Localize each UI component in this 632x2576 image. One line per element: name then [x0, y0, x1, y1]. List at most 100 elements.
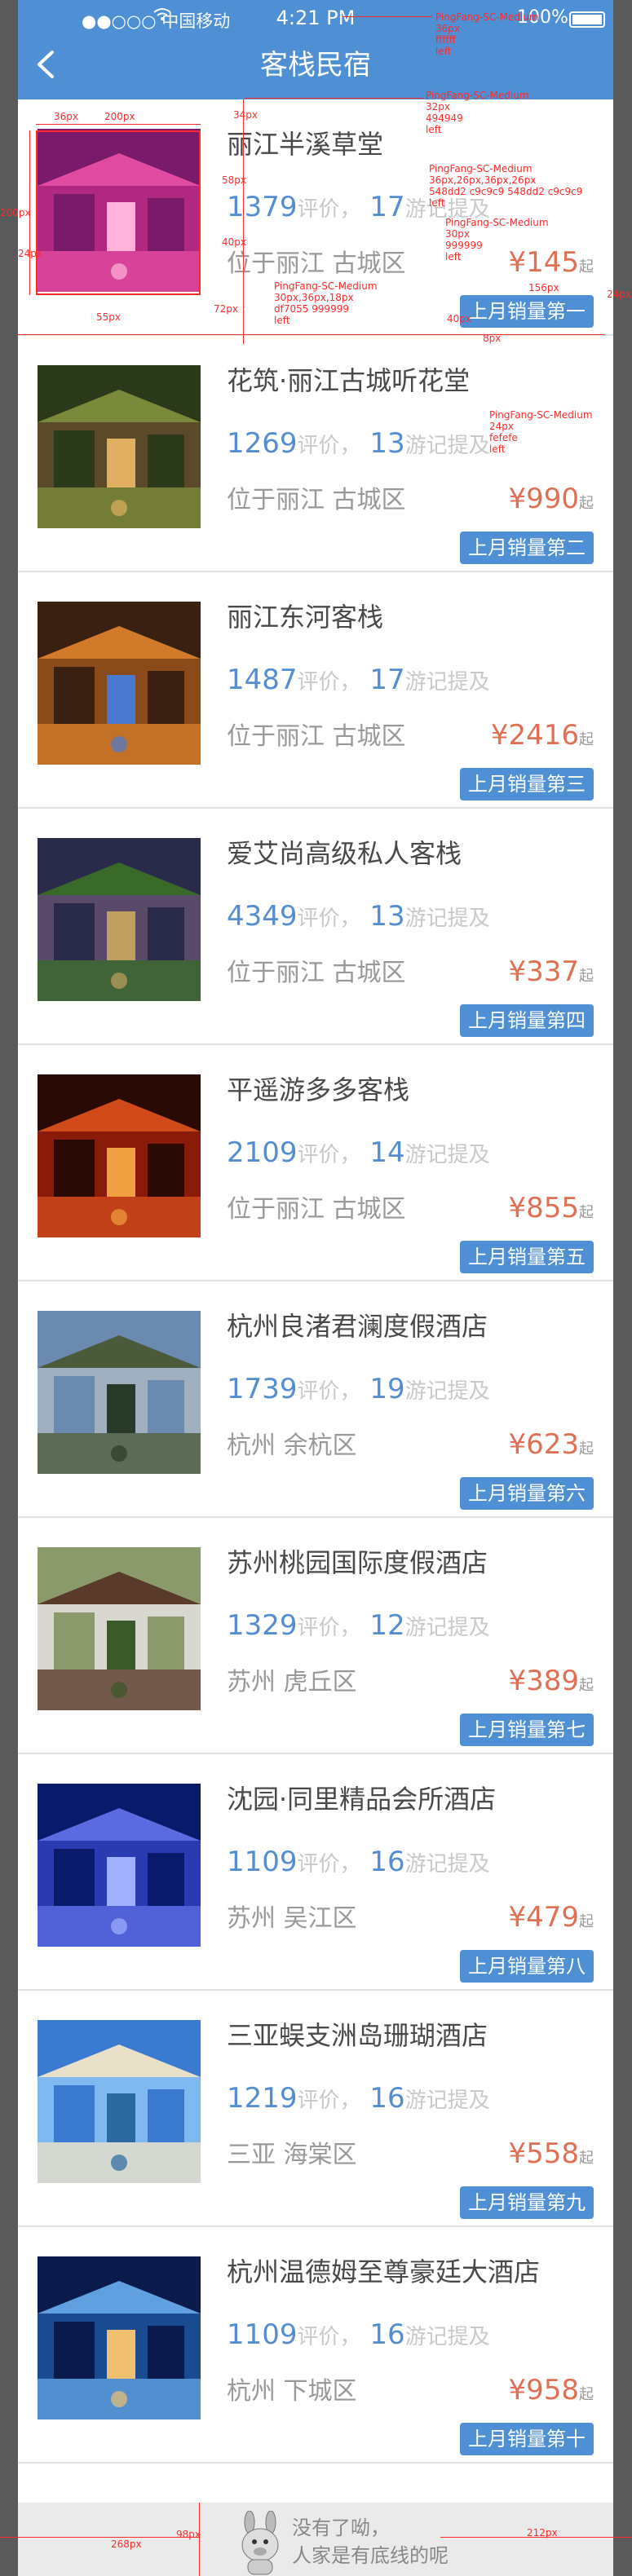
hotel-list-item[interactable]: 三亚蜈支洲岛珊瑚酒店 1219评价， 16游记提及三亚 海棠区 ¥558起上月销量第… [18, 1991, 613, 2227]
note-count: 12 [369, 1609, 405, 1642]
note-count: 17 [369, 191, 405, 223]
hotel-price: ¥958起 [508, 2374, 594, 2406]
price-value: ¥623 [508, 1428, 579, 1461]
review-label: 评价， [297, 1143, 361, 1167]
price-suffix: 起 [579, 1204, 594, 1221]
list-end-footer: 没有了呦， 人家是有底线的呢 [18, 2503, 613, 2576]
price-value: ¥2416 [490, 719, 579, 752]
price-value: ¥855 [508, 1192, 579, 1224]
price-value: ¥337 [508, 955, 579, 988]
hotel-location: 苏州 虎丘区 [227, 1668, 357, 1696]
hotel-stats: 2109评价， 14游记提及 [227, 1136, 490, 1169]
note-count: 13 [369, 900, 405, 933]
sales-rank-badge[interactable]: 上月销量第六 [460, 1477, 594, 1510]
hotel-price: ¥623起 [508, 1428, 594, 1461]
review-label: 评价， [297, 670, 361, 695]
hotel-location: 位于丽江 古城区 [227, 1195, 406, 1224]
footer-line-1: 没有了呦， [292, 2516, 390, 2539]
review-label: 评价， [297, 1616, 361, 1640]
hotel-list-item[interactable]: 苏州桃园国际度假酒店 1329评价， 12游记提及 苏州 虎丘区 ¥389起 上月销量第… [18, 1518, 613, 1754]
review-label: 评价， [297, 2325, 361, 2349]
hotel-photo [38, 838, 201, 1001]
dim-98: 98px [176, 2529, 201, 2540]
image-selection-box [36, 130, 201, 295]
price-suffix: 起 [579, 1677, 594, 1694]
hotel-location: 杭州 下城区 [227, 2377, 357, 2406]
sales-rank-badge[interactable]: 上月销量第九 [460, 2186, 594, 2219]
hotel-name: 三亚蜈支洲岛珊瑚酒店 [227, 2020, 488, 2051]
dim-34: 34px [233, 109, 258, 121]
hotel-list-item[interactable]: 爱艾尚高级私人客栈 4349评价， 13游记提及 位于丽江 古城区 ¥337起 上月销量… [18, 809, 613, 1045]
review-label: 评价， [297, 2089, 361, 2113]
sales-rank-badge[interactable]: 上月销量第三 [460, 768, 594, 801]
note-label: 游记提及 [404, 2089, 490, 2113]
review-count: 1109 [227, 2318, 298, 2351]
price-suffix: 起 [579, 258, 594, 276]
hotel-location: 三亚 海棠区 [227, 2141, 357, 2169]
sales-rank-badge[interactable]: 上月销量第二 [460, 532, 594, 564]
hotel-list-item[interactable]: 杭州良渚君澜度假酒店 1739评价， 19游记提及 杭州 余杭区 ¥623起 上月销量第… [18, 1281, 613, 1518]
hotel-name: 丽江东河客栈 [227, 602, 384, 633]
dim-156: 156px [528, 282, 559, 293]
note-count: 17 [369, 664, 405, 696]
hotel-stats: 1269评价， 13游记提及 [227, 427, 490, 460]
hotel-photo [38, 602, 201, 765]
note-count: 13 [369, 427, 405, 460]
hotel-list-item[interactable]: 杭州温德姆至尊豪廷大酒店 1109评价， 16游记提及杭州 下城区 ¥958起上月销… [18, 2227, 613, 2464]
hotel-price: ¥855起 [508, 1192, 594, 1224]
note-label: 游记提及 [404, 1379, 490, 1404]
review-count: 4349 [227, 900, 298, 933]
review-label: 评价， [297, 197, 361, 222]
price-suffix: 起 [579, 495, 594, 512]
review-count: 1739 [227, 1373, 298, 1405]
note-label: 游记提及 [404, 434, 490, 458]
ann-stats: PingFang-SC-Medium 36px,26px,36px,26px 54… [429, 163, 583, 209]
hotel-price: ¥389起 [508, 1665, 594, 1697]
review-count: 1379 [227, 191, 298, 223]
note-label: 游记提及 [404, 670, 490, 695]
review-label: 评价， [297, 434, 361, 458]
hotel-location: 位于丽江 古城区 [227, 249, 406, 278]
dim-40b: 40px [447, 313, 471, 324]
note-count: 19 [369, 1373, 405, 1405]
hotel-name: 沈园·同里精品会所酒店 [227, 1784, 497, 1815]
hotel-price: ¥558起 [508, 2137, 594, 2170]
hotel-photo [38, 1547, 201, 1710]
hotel-list-item[interactable]: 平遥游多多客栈 2109评价， 14游记提及位于丽江 古城区 ¥855起上月销量第五 [18, 1045, 613, 1281]
hotel-name: 爱艾尚高级私人客栈 [227, 838, 462, 869]
hotel-stats: 1109评价， 16游记提及 [227, 2318, 490, 2351]
hotel-price: ¥990起 [508, 483, 594, 515]
sales-rank-badge[interactable]: 上月销量第七 [460, 1714, 594, 1746]
dim-200: 200px [104, 111, 135, 122]
sales-rank-badge[interactable]: 上月销量第八 [460, 1950, 594, 1983]
sales-rank-badge[interactable]: 上月销量第一 [460, 295, 594, 328]
note-count: 16 [369, 1846, 405, 1878]
note-label: 游记提及 [404, 906, 490, 931]
hotel-photo [38, 1074, 201, 1237]
price-suffix: 起 [579, 731, 594, 748]
hotel-list-item[interactable]: 丽江东河客栈 1487评价， 17游记提及 位于丽江 古城区 ¥2416起 上月销量第三 [18, 572, 613, 809]
ann-status: PingFang-SC-Medium 36px ffffff left [435, 11, 539, 57]
sales-rank-badge[interactable]: 上月销量第五 [460, 1241, 594, 1273]
hotel-list-item[interactable]: 沈园·同里精品会所酒店 1109评价， 16游记提及 苏州 吴江区 ¥479起 上月销量… [18, 1754, 613, 1991]
note-count: 16 [369, 2082, 405, 2115]
dim-24b: 24px [607, 289, 631, 300]
note-label: 游记提及 [404, 2325, 490, 2349]
hotel-name: 平遥游多多客栈 [227, 1074, 410, 1105]
price-suffix: 起 [579, 1440, 594, 1458]
hotel-location: 杭州 余杭区 [227, 1431, 357, 1460]
hotel-name: 丽江半溪草堂 [227, 129, 384, 160]
review-label: 评价， [297, 1379, 361, 1404]
dim-268: 268px [111, 2539, 142, 2550]
hotel-name: 苏州桃园国际度假酒店 [227, 1547, 488, 1578]
review-count: 1219 [227, 2082, 298, 2115]
note-label: 游记提及 [404, 1852, 490, 1877]
sales-rank-badge[interactable]: 上月销量第十 [460, 2423, 594, 2455]
price-value: ¥558 [508, 2137, 579, 2170]
price-suffix: 起 [579, 968, 594, 985]
review-count: 1329 [227, 1609, 298, 1642]
price-suffix: 起 [579, 2150, 594, 2167]
price-value: ¥389 [508, 1665, 579, 1697]
sales-rank-badge[interactable]: 上月销量第四 [460, 1004, 594, 1037]
hotel-name: 杭州温德姆至尊豪廷大酒店 [227, 2256, 541, 2287]
